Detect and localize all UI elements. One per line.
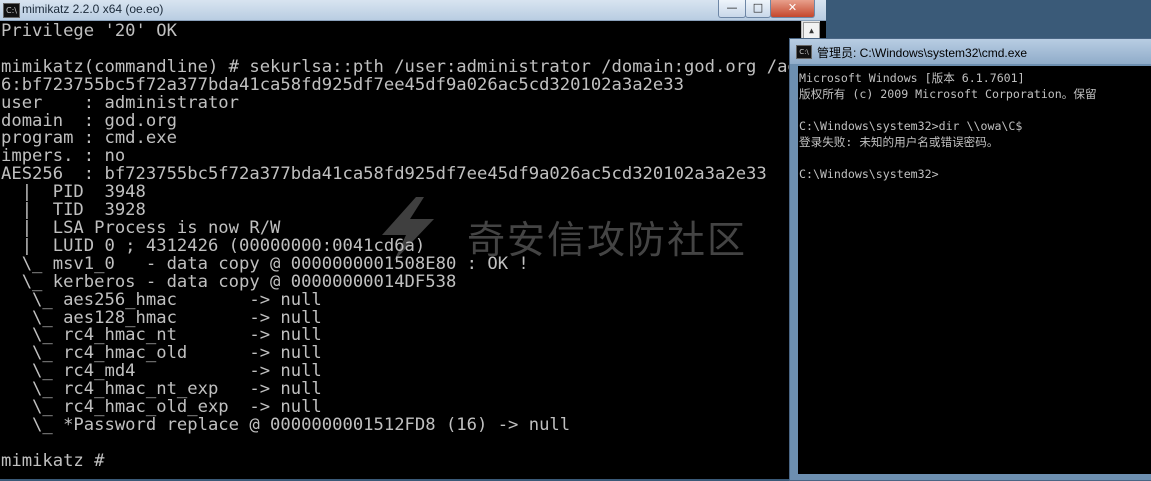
window-title: 管理员: C:\Windows\system32\cmd.exe bbox=[817, 46, 1028, 60]
scroll-up-arrow-icon[interactable]: ▲ bbox=[803, 22, 820, 39]
console-line: user : administrator bbox=[1, 92, 239, 113]
console-line: 版权所有 (c) 2009 Microsoft Corporation。保留 bbox=[799, 87, 1097, 101]
console-line: \_ kerberos - data copy @ 00000000014DF5… bbox=[1, 271, 457, 292]
console-line: Privilege '20' OK bbox=[1, 23, 177, 41]
console-line: C:\Windows\system32> bbox=[799, 167, 939, 181]
cmd-titlebar[interactable]: C:\ 管理员: C:\Windows\system32\cmd.exe bbox=[790, 39, 1151, 64]
console-line: \_ *Password replace @ 0000000001512FD8 … bbox=[1, 414, 571, 435]
close-button[interactable]: ✕ bbox=[770, 0, 815, 18]
console-line: Microsoft Windows [版本 6.1.7601] bbox=[799, 71, 1025, 85]
maximize-button[interactable]: □ bbox=[745, 0, 771, 18]
watermark-text: 奇安信攻防社区 bbox=[467, 218, 748, 262]
console-icon[interactable]: C:\ bbox=[796, 45, 812, 59]
window-title: mimikatz 2.2.0 x64 (oe.eo) bbox=[22, 2, 164, 16]
cmd-window[interactable]: C:\ 管理员: C:\Windows\system32\cmd.exe Mic… bbox=[789, 38, 1151, 481]
console-line: mimikatz # bbox=[1, 450, 105, 471]
lightning-logo-icon bbox=[382, 197, 434, 261]
minimize-button[interactable]: — bbox=[718, 0, 746, 18]
console-line: \_ aes256_hmac -> null bbox=[1, 289, 322, 310]
console-line: C:\Windows\system32>dir \\owa\C$ bbox=[799, 119, 1023, 133]
console-line: 6:bf723755bc5f72a377bda41ca58fd925df7ee4… bbox=[1, 74, 684, 95]
mimikatz-titlebar[interactable]: C:\ mimikatz 2.2.0 x64 (oe.eo) — □ ✕ bbox=[0, 0, 826, 21]
console-output[interactable]: Microsoft Windows [版本 6.1.7601] 版权所有 (c) … bbox=[798, 66, 1151, 474]
console-icon[interactable]: C:\ bbox=[3, 3, 20, 18]
watermark: 奇安信攻防社区 bbox=[372, 195, 782, 263]
mimikatz-window[interactable]: C:\ mimikatz 2.2.0 x64 (oe.eo) — □ ✕ Pri… bbox=[0, 0, 826, 479]
console-line: 登录失败: 未知的用户名或错误密码。 bbox=[799, 135, 999, 149]
